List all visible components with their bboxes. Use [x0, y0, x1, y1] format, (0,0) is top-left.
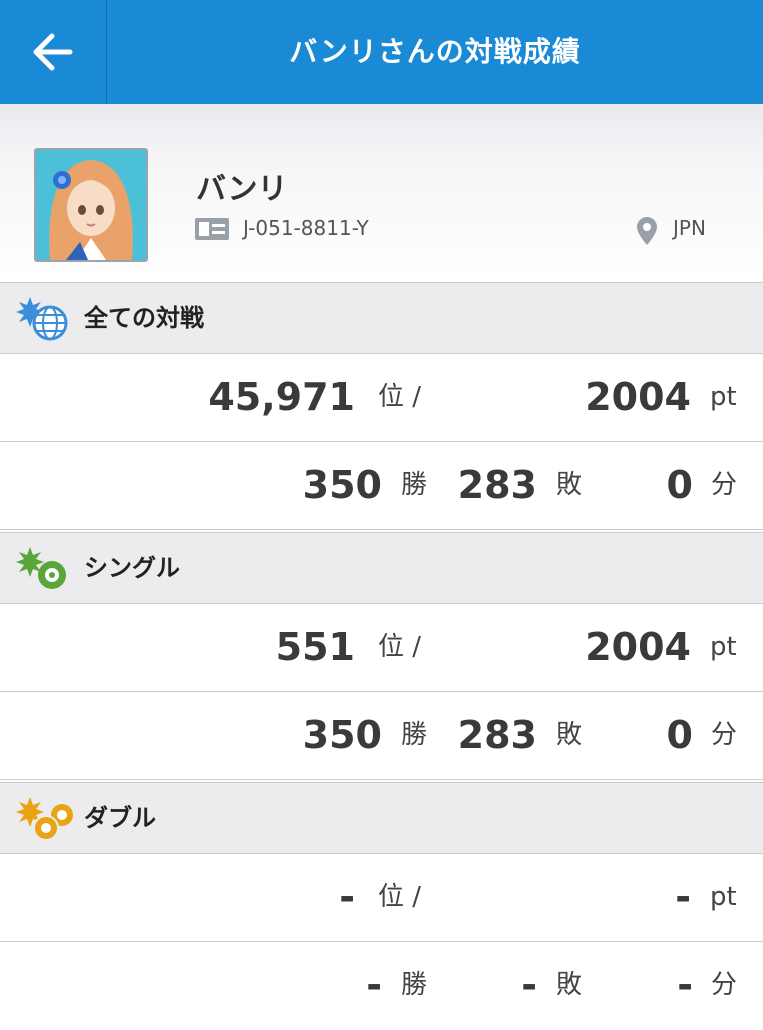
location-pin-icon [637, 217, 657, 245]
draws-unit: 分 [711, 470, 738, 500]
losses-value: 283 [457, 463, 537, 507]
globe-icon [16, 297, 68, 341]
draws-value: 0 [666, 463, 693, 507]
record-row-single: 350 勝 283 敗 0 分 [0, 692, 763, 780]
rank-row-double: - 位 / - pt [0, 854, 763, 942]
single-battle-icon [16, 547, 66, 589]
rank-unit: 位 / [378, 382, 422, 412]
arrow-left-icon [33, 33, 73, 71]
rank-unit: 位 / [378, 632, 422, 662]
wins-value: - [366, 963, 382, 1007]
trainer-portrait [36, 150, 146, 260]
record-row-all: 350 勝 283 敗 0 分 [0, 442, 763, 530]
double-battle-icon [16, 797, 73, 841]
rank-value: - [339, 875, 355, 919]
losses-value: 283 [457, 713, 537, 757]
id-card-icon [195, 218, 229, 240]
rank-value: 45,971 [208, 375, 355, 419]
section-header-all-battles: 全ての対戦 [0, 282, 763, 354]
draws-value: - [677, 963, 693, 1007]
points-unit: pt [710, 882, 737, 912]
player-name: バンリ [196, 172, 288, 207]
record-row-double: - 勝 - 敗 - 分 [0, 942, 763, 1030]
page-title: バンリさんの対戦成績 [289, 35, 581, 68]
wins-value: 350 [302, 713, 382, 757]
wins-value: 350 [302, 463, 382, 507]
player-id: J-051-8811-Y [243, 216, 369, 240]
points-value: 2004 [585, 625, 691, 669]
points-unit: pt [710, 382, 737, 412]
draws-unit: 分 [711, 720, 738, 750]
rank-row-all: 45,971 位 / 2004 pt [0, 354, 763, 442]
rank-value: 551 [275, 625, 355, 669]
section-header-double: ダブル [0, 782, 763, 854]
losses-value: - [521, 963, 537, 1007]
draws-value: 0 [666, 713, 693, 757]
draws-unit: 分 [711, 970, 738, 1000]
points-value: 2004 [585, 375, 691, 419]
section-title: 全ての対戦 [84, 304, 204, 332]
section-title: ダブル [84, 804, 156, 832]
country-code: JPN [673, 216, 706, 240]
back-button[interactable] [0, 0, 106, 104]
section-title: シングル [84, 554, 180, 582]
points-unit: pt [710, 632, 737, 662]
app-header: バンリさんの対戦成績 [0, 0, 763, 104]
rank-unit: 位 / [378, 882, 422, 912]
avatar [34, 148, 148, 262]
points-value: - [675, 875, 691, 919]
player-profile: バンリ J-051-8811-Y JPN [0, 104, 763, 280]
section-header-single: シングル [0, 532, 763, 604]
rank-row-single: 551 位 / 2004 pt [0, 604, 763, 692]
